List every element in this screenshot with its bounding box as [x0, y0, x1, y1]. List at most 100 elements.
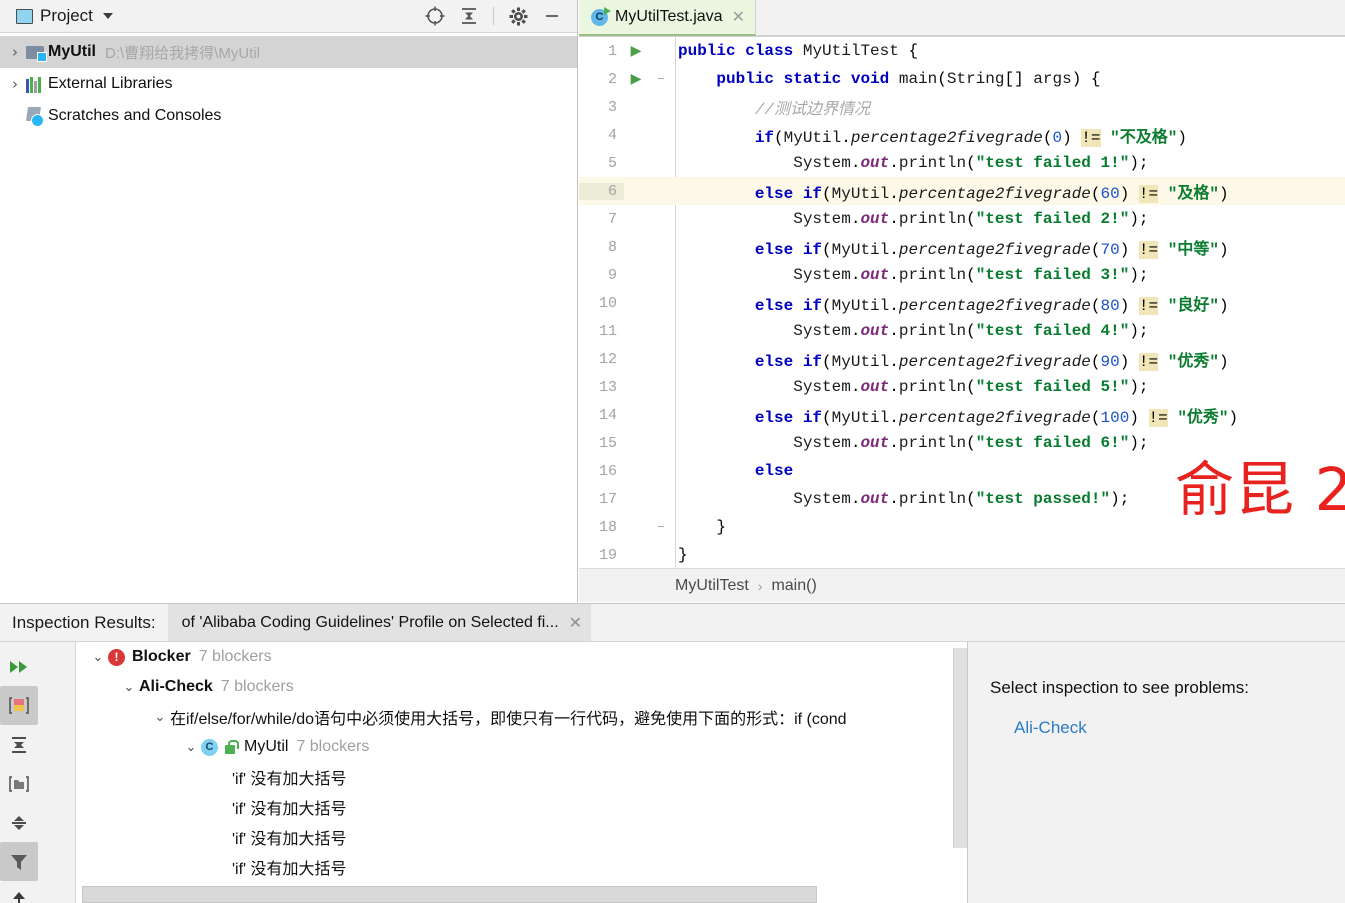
code-line[interactable]: 8 else if(MyUtil.percentage2fivegrade(70…	[579, 233, 1345, 261]
chevron-down-icon[interactable]: ⌄	[88, 650, 108, 665]
project-tree: › MyUtil D:\曹翔给我拷得\MyUtil › External Lib…	[0, 33, 577, 132]
inspection-results-tool-window: Inspection Results: of 'Alibaba Coding G…	[0, 603, 1345, 903]
code-line[interactable]: 17 System.out.println("test passed!");	[579, 485, 1345, 513]
line-number: 2	[607, 70, 617, 88]
project-tree-item-external-libraries[interactable]: › External Libraries	[0, 68, 577, 100]
inspection-tree-label: Ali-Check	[139, 678, 213, 695]
inspection-tree-row[interactable]: ⌄ 在if/else/for/while/do语句中必须使用大括号，即使只有一行代…	[76, 702, 967, 732]
chevron-down-icon[interactable]: ⌄	[181, 740, 201, 755]
inspection-tree-row[interactable]: 'if' 没有加大括号	[76, 822, 967, 852]
filter-icon[interactable]	[0, 842, 38, 881]
breadcrumb-method[interactable]: main()	[771, 577, 816, 595]
code-line[interactable]: 6 else if(MyUtil.percentage2fivegrade(60…	[579, 177, 1345, 205]
inspection-tree-horizontal-scrollbar[interactable]	[82, 886, 817, 903]
line-number: 13	[598, 378, 617, 396]
blocker-icon: !	[108, 648, 125, 666]
inspection-tree-label: 'if' 没有加大括号	[232, 771, 347, 788]
project-tree-item-label: MyUtil	[48, 43, 96, 60]
code-line[interactable]: 3 //测试边界情况	[579, 93, 1345, 121]
group-by-severity-icon[interactable]	[0, 686, 38, 725]
code-editor[interactable]: 1 ▶ public class MyUtilTest {2 ▶ − public st…	[579, 37, 1345, 567]
blocker-count: 7 blockers	[198, 648, 272, 665]
collapse-all-icon[interactable]	[454, 2, 484, 30]
line-number: 9	[607, 266, 617, 284]
expand-chevron-icon[interactable]: ›	[4, 43, 26, 61]
code-line[interactable]: 16 else	[579, 457, 1345, 485]
locate-icon[interactable]	[420, 2, 450, 30]
code-text: else if(MyUtil.percentage2fivegrade(70) …	[754, 241, 1229, 259]
run-arrow-icon[interactable]: ▶	[624, 43, 648, 60]
project-path-label: D:\曹翔给我拷得\MyUtil	[105, 44, 260, 62]
code-text: //测试边界情况	[678, 101, 871, 119]
chevron-down-icon[interactable]: ⌄	[150, 710, 170, 725]
close-icon[interactable]: ✕	[730, 7, 745, 27]
breadcrumb-class[interactable]: MyUtilTest	[675, 577, 749, 595]
line-number: 16	[598, 462, 617, 480]
inspection-tree-label: 'if' 没有加大括号	[232, 801, 347, 818]
inspection-tree-row[interactable]: ⌄ Ali-Check 7 blockers	[76, 672, 967, 702]
line-number: 17	[598, 490, 617, 508]
class-icon: C	[201, 738, 218, 756]
code-line[interactable]: 9 System.out.println("test failed 3!");	[579, 261, 1345, 289]
inspection-toolbar	[0, 642, 76, 903]
project-tree-item-myutil[interactable]: › MyUtil D:\曹翔给我拷得\MyUtil	[0, 36, 577, 68]
code-text: System.out.println("test failed 3!");	[793, 266, 1149, 284]
inspection-tree-label: 'if' 没有加大括号	[232, 861, 347, 878]
code-line[interactable]: 18 − }	[579, 513, 1345, 541]
editor-tab-label: MyUtilTest.java	[615, 8, 723, 25]
code-text: System.out.println("test failed 5!");	[793, 378, 1149, 396]
collapse-tree-icon[interactable]	[0, 803, 38, 842]
code-line[interactable]: 19}	[579, 541, 1345, 567]
inspection-tree-row[interactable]: ⌄! Blocker 7 blockers	[76, 642, 967, 672]
project-panel-title[interactable]: Project	[40, 6, 93, 26]
code-line[interactable]: 14 else if(MyUtil.percentage2fivegrade(1…	[579, 401, 1345, 429]
code-line[interactable]: 10 else if(MyUtil.percentage2fivegrade(8…	[579, 289, 1345, 317]
detail-inspection-link[interactable]: Ali-Check	[1014, 718, 1345, 738]
project-icon	[16, 8, 33, 24]
run-arrow-icon[interactable]: ▶	[624, 71, 648, 88]
code-text: System.out.println("test failed 2!");	[793, 210, 1149, 228]
blocker-count: 7 blockers	[296, 738, 370, 755]
line-number: 19	[598, 546, 617, 564]
minimize-icon[interactable]	[537, 2, 567, 30]
java-class-runnable-icon: C	[591, 6, 611, 26]
expand-chevron-icon[interactable]: ›	[4, 75, 26, 93]
code-line[interactable]: 15 System.out.println("test failed 6!");	[579, 429, 1345, 457]
expand-all-icon[interactable]	[0, 647, 38, 686]
inspection-tree[interactable]: ⌄! Blocker 7 blockers ⌄ Ali-Check 7 blockers ⌄…	[76, 642, 968, 903]
code-line[interactable]: 13 System.out.println("test failed 5!");	[579, 373, 1345, 401]
code-text: public static void main(String[] args) {	[716, 70, 1101, 88]
inspection-tab[interactable]: of 'Alibaba Coding Guidelines' Profile o…	[167, 604, 592, 641]
inspection-tab-label: of 'Alibaba Coding Guidelines' Profile o…	[181, 613, 559, 631]
inspection-tree-label: Blocker	[132, 648, 191, 665]
code-line[interactable]: 2 ▶ − public static void main(String[] arg…	[579, 65, 1345, 93]
inspection-tree-row[interactable]: 'if' 没有加大括号	[76, 792, 967, 822]
code-line[interactable]: 7 System.out.println("test failed 2!");	[579, 205, 1345, 233]
inspection-tree-row[interactable]: ⌄ C MyUtil 7 blockers	[76, 732, 967, 762]
inspection-tree-row[interactable]: 'if' 没有加大括号	[76, 852, 967, 882]
code-line[interactable]: 12 else if(MyUtil.percentage2fivegrade(9…	[579, 345, 1345, 373]
expand-tree-icon[interactable]	[0, 725, 38, 764]
code-line[interactable]: 4 if(MyUtil.percentage2fivegrade(0) != "…	[579, 121, 1345, 149]
fold-marker-icon[interactable]: −	[648, 72, 674, 87]
inspection-tree-vertical-scrollbar[interactable]	[953, 648, 967, 848]
group-by-directory-icon[interactable]	[0, 764, 38, 803]
previous-problem-icon[interactable]	[0, 881, 38, 903]
inspection-tree-row[interactable]: 'if' 没有加大括号	[76, 762, 967, 792]
editor-tab-myutiltest[interactable]: C MyUtilTest.java ✕	[579, 0, 756, 36]
close-icon[interactable]: ✕	[569, 613, 582, 633]
code-line[interactable]: 5 System.out.println("test failed 1!");	[579, 149, 1345, 177]
detail-heading: Select inspection to see problems:	[990, 678, 1249, 697]
fold-marker-icon[interactable]: −	[648, 520, 674, 535]
settings-gear-icon[interactable]	[503, 2, 533, 30]
code-text: System.out.println("test failed 6!");	[793, 434, 1149, 452]
project-tree-item-scratches[interactable]: Scratches and Consoles	[0, 100, 577, 132]
code-text: public class MyUtilTest {	[678, 42, 919, 60]
code-line[interactable]: 1 ▶ public class MyUtilTest {	[579, 37, 1345, 65]
chevron-down-icon[interactable]	[102, 13, 113, 19]
code-line[interactable]: 11 System.out.println("test failed 4!");	[579, 317, 1345, 345]
code-text: else if(MyUtil.percentage2fivegrade(60) …	[754, 185, 1229, 203]
project-tree-item-label: Scratches and Consoles	[48, 107, 222, 124]
chevron-down-icon[interactable]: ⌄	[119, 680, 139, 695]
module-folder-icon	[26, 44, 47, 62]
